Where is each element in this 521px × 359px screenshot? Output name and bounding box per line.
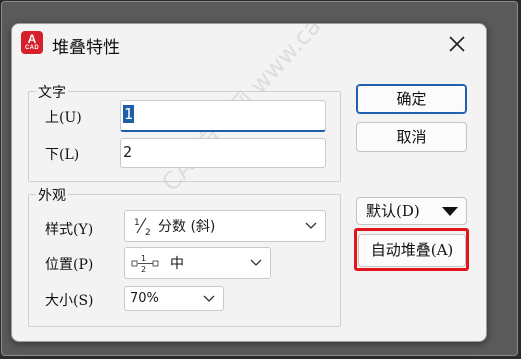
cancel-button[interactable]: 取消 [356,122,467,152]
default-split-button[interactable]: 默认(D) [356,197,467,225]
position-value: 中 [170,256,184,272]
size-label: 大小(S) [45,293,94,309]
svg-text:1: 1 [134,218,140,228]
upper-label: 上(U) [45,110,82,126]
svg-text:1: 1 [141,254,146,263]
title-bar: A CAD 堆叠特性 [12,24,486,64]
app-icon-letter: A [27,32,37,46]
autocad-app-icon: A CAD [21,31,43,54]
position-label: 位置(P) [45,257,94,273]
style-select[interactable]: 1 2 分数 (斜) [124,210,326,242]
svg-text:2: 2 [145,228,151,237]
dialog-title: 堆叠特性 [52,38,120,58]
highlight-annotation [354,228,469,271]
cancel-button-label: 取消 [396,128,427,146]
upper-value: 1 [123,105,135,123]
caret-down-icon [442,207,458,216]
default-button-label: 默认(D) [366,202,420,220]
size-value: 70% [130,291,159,306]
app-icon-caption: CAD [25,45,39,51]
style-value: 分数 (斜) [158,219,216,235]
size-select[interactable]: 70% [124,286,224,311]
svg-text:2: 2 [141,265,146,274]
fraction-slash-icon: 1 2 [133,211,153,241]
text-group-label: 文字 [36,82,68,102]
chevron-down-icon [250,248,262,278]
stack-properties-dialog: A CAD 堆叠特性 CAD自学网 www.cadzxw.com 文字 上(U)… [11,23,487,342]
style-label: 样式(Y) [45,222,94,238]
close-icon [449,36,465,52]
center-position-icon: 1 2 [131,248,161,278]
lower-label: 下(L) [45,147,80,163]
position-select[interactable]: 1 2 中 [124,247,271,279]
lower-value: 2 [123,143,133,161]
upper-input[interactable]: 1 [120,100,326,132]
ok-button[interactable]: 确定 [356,84,467,114]
appearance-group-label: 外观 [36,185,68,205]
ok-button-label: 确定 [396,90,427,108]
close-button[interactable] [442,30,472,58]
chevron-down-icon [305,211,317,241]
lower-input[interactable]: 2 [120,138,326,168]
chevron-down-icon [203,287,215,310]
